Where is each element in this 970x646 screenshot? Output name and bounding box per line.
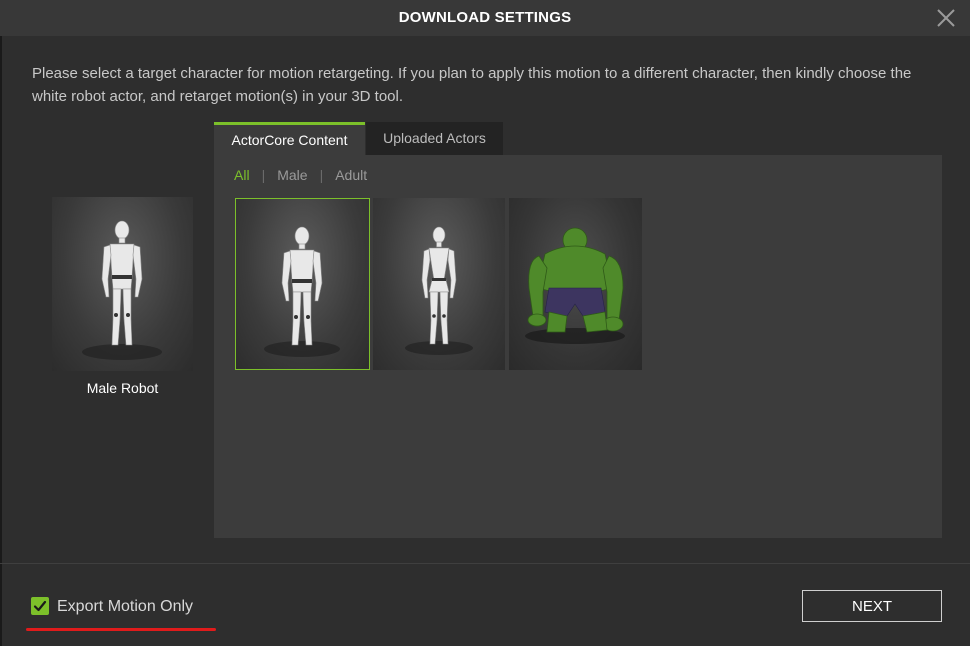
check-icon [33, 600, 47, 612]
tab-actorcore-content[interactable]: ActorCore Content [214, 122, 365, 155]
download-settings-dialog: DOWNLOAD SETTINGS Please select a target… [0, 0, 970, 646]
next-button[interactable]: NEXT [802, 590, 942, 622]
dialog-header: DOWNLOAD SETTINGS [0, 0, 970, 36]
close-icon[interactable] [936, 8, 956, 28]
dialog-title: DOWNLOAD SETTINGS [398, 9, 572, 26]
filter-bar: All | Male | Adult [234, 166, 367, 184]
character-thumb-male-robot[interactable] [235, 198, 370, 370]
window-edge [0, 36, 2, 646]
selected-character-preview [52, 197, 193, 371]
character-thumb-female-robot[interactable] [373, 198, 505, 370]
export-motion-only-checkbox[interactable] [31, 597, 49, 615]
filter-separator: | [261, 167, 266, 183]
export-motion-only-label[interactable]: Export Motion Only [57, 597, 193, 616]
tab-uploaded-actors[interactable]: Uploaded Actors [366, 122, 503, 155]
instruction-text: Please select a target character for mot… [32, 65, 912, 105]
selected-character-name: Male Robot [86, 380, 159, 396]
filter-male[interactable]: Male [277, 167, 307, 183]
highlight-underline [26, 628, 216, 631]
filter-adult[interactable]: Adult [335, 167, 367, 183]
character-thumb-green-monster[interactable] [509, 198, 642, 370]
filter-separator: | [319, 167, 324, 183]
filter-all[interactable]: All [234, 167, 250, 183]
footer-divider [0, 563, 970, 564]
